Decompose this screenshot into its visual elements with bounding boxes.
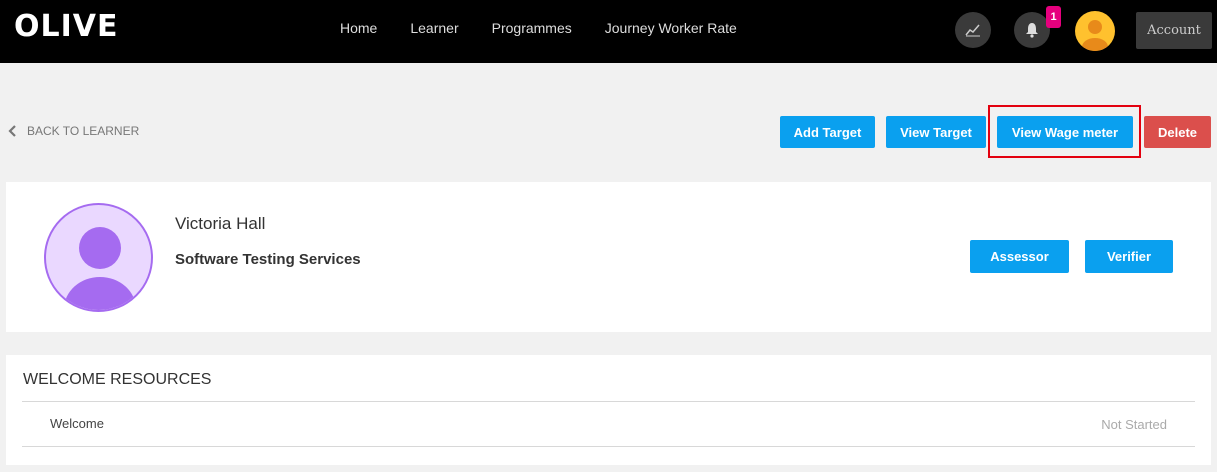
notifications-button[interactable]: [1014, 12, 1050, 48]
resource-item-welcome[interactable]: Welcome: [50, 416, 104, 431]
account-button[interactable]: Account: [1136, 12, 1212, 49]
learner-avatar: [44, 203, 153, 312]
notification-badge: 1: [1046, 6, 1061, 28]
analytics-button[interactable]: [955, 12, 991, 48]
back-label: BACK TO LEARNER: [27, 124, 140, 138]
welcome-resources-card: WELCOME RESOURCES Welcome Not Started: [6, 355, 1211, 465]
bell-icon: [1026, 23, 1038, 38]
back-to-learner-link[interactable]: BACK TO LEARNER: [8, 124, 139, 138]
view-target-button[interactable]: View Target: [886, 116, 986, 148]
top-navbar: OLIVE Home Learner Programmes Journey Wo…: [0, 0, 1217, 63]
learner-profile-card: Victoria Hall Software Testing Services …: [6, 182, 1211, 332]
chart-line-icon: [965, 24, 980, 37]
learner-company: Software Testing Services: [175, 251, 361, 268]
divider: [22, 401, 1195, 402]
section-title: WELCOME RESOURCES: [23, 371, 212, 388]
nav-home[interactable]: Home: [340, 20, 377, 36]
verifier-button[interactable]: Verifier: [1085, 240, 1173, 273]
assessor-button[interactable]: Assessor: [970, 240, 1069, 273]
learner-name: Victoria Hall: [175, 214, 266, 233]
olive-logo[interactable]: OLIVE: [14, 9, 119, 44]
main-nav: Home Learner Programmes Journey Worker R…: [340, 20, 770, 36]
divider: [22, 446, 1195, 447]
add-target-button[interactable]: Add Target: [780, 116, 875, 148]
nav-programmes[interactable]: Programmes: [492, 20, 572, 36]
resource-status: Not Started: [1101, 417, 1167, 432]
chevron-left-icon: [8, 125, 16, 137]
delete-button[interactable]: Delete: [1144, 116, 1211, 148]
nav-journey-worker-rate[interactable]: Journey Worker Rate: [605, 20, 737, 36]
user-avatar[interactable]: [1075, 11, 1115, 51]
person-icon: [64, 227, 136, 310]
person-icon: [1082, 20, 1108, 51]
nav-learner[interactable]: Learner: [410, 20, 458, 36]
highlight-box: [988, 105, 1141, 158]
